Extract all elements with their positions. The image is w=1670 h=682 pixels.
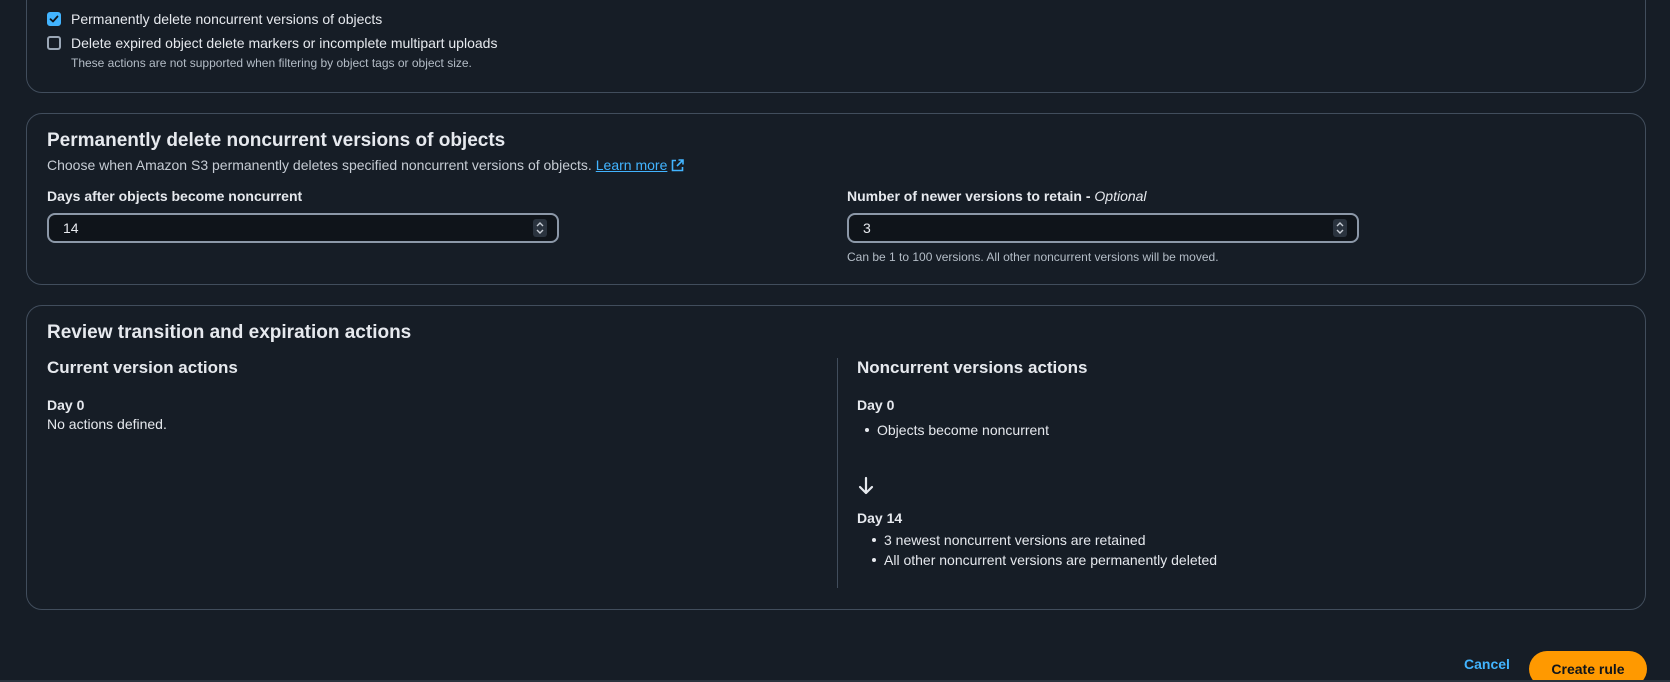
days-field-label: Days after objects become noncurrent (47, 188, 303, 204)
versions-field-label: Number of newer versions to retain - Opt… (847, 188, 1147, 204)
noncurrent-card-description: Choose when Amazon S3 permanently delete… (47, 157, 685, 173)
checkbox-unchecked-icon[interactable] (47, 36, 61, 50)
page: Permanently delete noncurrent versions o… (0, 0, 1670, 682)
optional-label: Optional (1094, 188, 1147, 204)
current-actions-title: Current version actions (47, 358, 238, 377)
list-item: Objects become noncurrent (863, 420, 1049, 440)
stepper-icon[interactable] (533, 219, 547, 237)
description-text: Choose when Amazon S3 permanently delete… (47, 157, 592, 173)
option-label: Delete expired object delete markers or … (71, 35, 498, 51)
column-divider (837, 358, 838, 588)
list-item: 3 newest noncurrent versions are retaine… (870, 530, 1217, 550)
current-day-label: Day 0 (47, 397, 85, 413)
noncurrent-day0-list: Objects become noncurrent (863, 420, 1049, 440)
versions-label-text: Number of newer versions to retain - (847, 188, 1095, 204)
versions-hint: Can be 1 to 100 versions. All other nonc… (847, 250, 1219, 264)
arrow-down-icon (857, 476, 875, 501)
versions-input-field[interactable] (861, 219, 1305, 237)
review-actions-card: Review transition and expiration actions… (26, 305, 1646, 610)
noncurrent-actions-title: Noncurrent versions actions (857, 358, 1088, 377)
current-no-actions: No actions defined. (47, 416, 167, 432)
learn-more-label: Learn more (595, 157, 668, 173)
noncurrent-day14-list: 3 newest noncurrent versions are retaine… (870, 530, 1217, 570)
actions-hint: These actions are not supported when fil… (71, 56, 472, 70)
review-card-title: Review transition and expiration actions (47, 322, 412, 343)
external-link-icon (671, 158, 685, 172)
cancel-button[interactable]: Cancel (1452, 648, 1522, 680)
learn-more-link[interactable]: Learn more (596, 157, 685, 173)
days-noncurrent-input[interactable] (47, 213, 559, 243)
versions-retain-input[interactable] (847, 213, 1359, 243)
stepper-icon[interactable] (1333, 219, 1347, 237)
days-input-field[interactable] (61, 219, 505, 237)
list-item: All other noncurrent versions are perman… (870, 550, 1217, 570)
checkbox-checked-icon[interactable] (47, 12, 61, 26)
lifecycle-actions-card: Permanently delete noncurrent versions o… (26, 0, 1646, 93)
option-permanently-delete[interactable]: Permanently delete noncurrent versions o… (47, 11, 382, 27)
option-label: Permanently delete noncurrent versions o… (71, 11, 383, 27)
noncurrent-day0-label: Day 0 (857, 397, 895, 413)
noncurrent-versions-card: Permanently delete noncurrent versions o… (26, 113, 1646, 285)
noncurrent-day14-label: Day 14 (857, 510, 903, 526)
create-rule-button[interactable]: Create rule (1529, 651, 1647, 682)
option-delete-expired-markers[interactable]: Delete expired object delete markers or … (47, 35, 497, 51)
noncurrent-card-title: Permanently delete noncurrent versions o… (47, 130, 506, 151)
